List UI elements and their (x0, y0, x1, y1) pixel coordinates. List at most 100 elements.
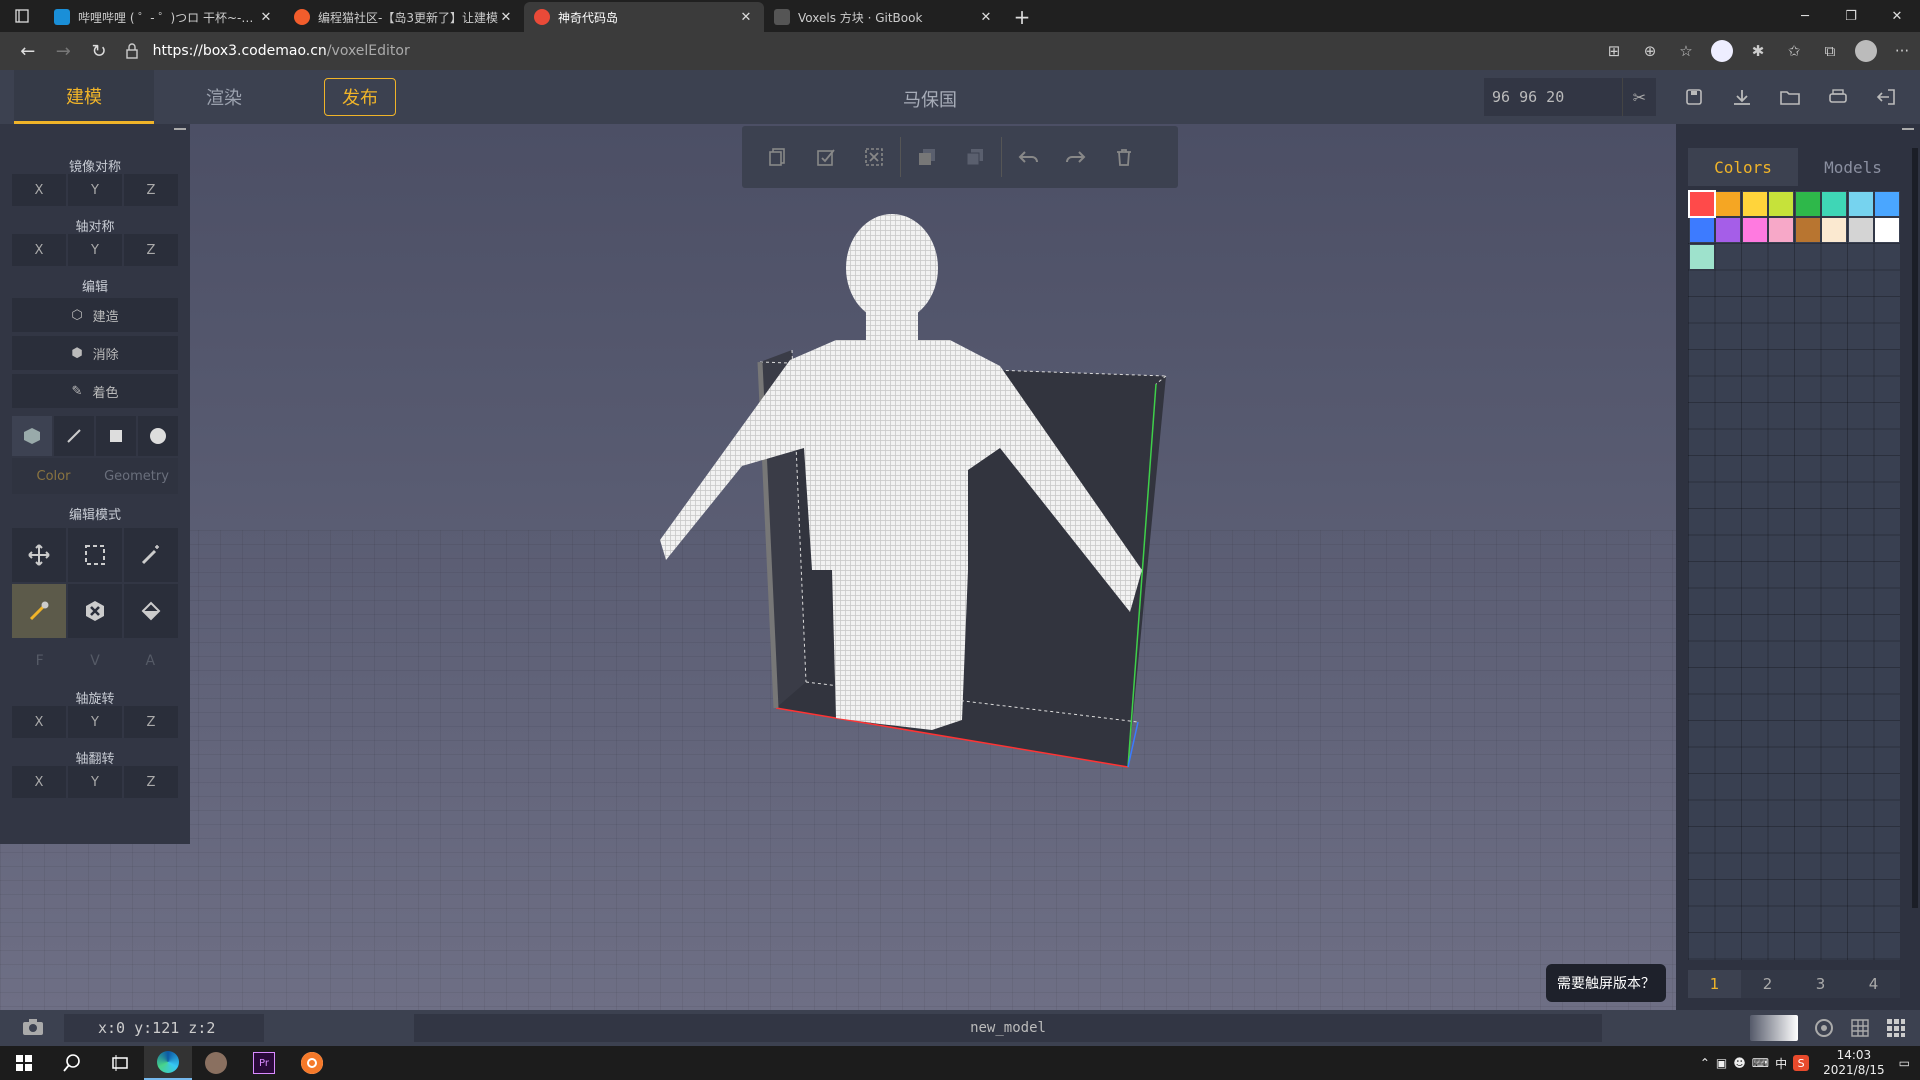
favorite-icon[interactable]: ☆ (1668, 36, 1704, 66)
square-brush-icon[interactable] (96, 416, 136, 456)
search-icon[interactable] (48, 1046, 96, 1080)
color-swatch[interactable] (1689, 244, 1714, 269)
tray-network-icon[interactable]: ▣ (1716, 1056, 1727, 1070)
face-toggle[interactable]: F (12, 644, 67, 678)
model-name-field[interactable]: new_model (414, 1014, 1602, 1042)
color-swatch[interactable] (1742, 218, 1767, 242)
color-swatch[interactable] (1822, 191, 1846, 216)
palette-page-button[interactable]: 2 (1741, 970, 1794, 998)
color-swatch[interactable] (1795, 218, 1820, 242)
new-tab-button[interactable]: + (1004, 2, 1040, 32)
color-swatch[interactable] (1716, 191, 1740, 216)
download-icon[interactable] (1718, 78, 1766, 116)
rotate-y-button[interactable]: Y (68, 706, 122, 738)
save-icon[interactable] (1670, 78, 1718, 116)
light-gradient-slider[interactable] (1750, 1015, 1798, 1041)
symmetry-y-button[interactable]: Y (68, 234, 122, 266)
close-icon[interactable]: ✕ (978, 10, 994, 25)
deselect-icon[interactable] (850, 137, 898, 177)
tile-grid-icon[interactable] (1878, 1014, 1914, 1042)
favorites-icon[interactable]: ✩ (1776, 36, 1812, 66)
collections-icon[interactable]: ⧉ (1812, 36, 1848, 66)
color-swatch[interactable] (1822, 218, 1846, 242)
eyedropper-icon[interactable] (12, 584, 66, 638)
profile-icon[interactable] (1848, 36, 1884, 66)
task-view-icon[interactable] (96, 1046, 144, 1080)
tray-expand-icon[interactable]: ⌃ (1700, 1056, 1710, 1070)
color-swatch[interactable] (1716, 218, 1740, 242)
mirror-x-button[interactable]: X (12, 174, 66, 206)
redo-icon[interactable] (1052, 137, 1100, 177)
voxel-toggle[interactable]: V (67, 644, 122, 678)
select-all-icon[interactable] (802, 137, 850, 177)
resize-icon[interactable]: ✂ (1622, 78, 1656, 116)
ungroup-icon[interactable] (951, 137, 999, 177)
grid-icon[interactable] (1842, 1014, 1878, 1042)
group-icon[interactable] (903, 137, 951, 177)
tab-models[interactable]: Models (1798, 148, 1908, 186)
line-brush-icon[interactable] (54, 416, 94, 456)
browser-tab-bilibili[interactable]: 哔哩哔哩 ( ゜- ゜)つロ 干杯~-bilibili ✕ (44, 2, 284, 32)
touch-version-tip[interactable]: 需要触屏版本？ (1546, 964, 1666, 1002)
extension-blue-icon[interactable] (1704, 36, 1740, 66)
circle-brush-icon[interactable] (138, 416, 178, 456)
tray-app-icon[interactable]: ☻ (1733, 1056, 1746, 1070)
tab-colors[interactable]: Colors (1688, 148, 1798, 186)
clock[interactable]: 14:03 2021/8/15 (1823, 1048, 1885, 1078)
target-icon[interactable] (1806, 1014, 1842, 1042)
back-icon[interactable]: ← (10, 36, 46, 66)
fill-bucket-icon[interactable] (124, 584, 178, 638)
keyboard-icon[interactable]: ⌨ (1752, 1056, 1769, 1070)
refresh-icon[interactable]: ↻ (81, 36, 117, 66)
close-icon[interactable]: ✕ (498, 10, 514, 25)
symmetry-z-button[interactable]: Z (124, 234, 178, 266)
color-swatch[interactable] (1742, 191, 1767, 216)
flip-z-button[interactable]: Z (124, 766, 178, 798)
color-swatch[interactable] (1687, 189, 1716, 218)
magic-wand-icon[interactable] (124, 528, 178, 582)
close-icon[interactable]: ✕ (258, 10, 274, 25)
color-swatch[interactable] (1848, 191, 1873, 216)
open-folder-icon[interactable] (1766, 78, 1814, 116)
select-area-icon[interactable] (68, 528, 122, 582)
restore-icon[interactable]: ❐ (1828, 0, 1874, 32)
premiere-pro-icon[interactable]: Pr (240, 1046, 288, 1080)
mirror-z-button[interactable]: Z (124, 174, 178, 206)
voxel-brush-icon[interactable] (12, 416, 52, 456)
minimize-icon[interactable]: ─ (1782, 0, 1828, 32)
palette-page-button[interactable]: 4 (1847, 970, 1900, 998)
color-swatch[interactable] (1689, 218, 1714, 242)
palette-scrollbar[interactable] (1912, 148, 1918, 908)
camera-icon[interactable] (22, 1018, 44, 1040)
tab-actions-icon[interactable] (0, 0, 44, 32)
browser-tab-gitbook[interactable]: Voxels 方块 · GitBook ✕ (764, 2, 1004, 32)
collapse-panel-icon[interactable] (1902, 128, 1914, 130)
collapse-panel-icon[interactable] (174, 128, 186, 130)
color-swatch[interactable] (1795, 191, 1820, 216)
app-avatar-icon[interactable] (192, 1046, 240, 1080)
edge-browser-icon[interactable] (144, 1046, 192, 1080)
geometry-mode-button[interactable]: Geometry (95, 458, 178, 494)
browser-tab-codemao-community[interactable]: 编程猫社区-【岛3更新了】让建模 ✕ (284, 2, 524, 32)
print-icon[interactable] (1814, 78, 1862, 116)
rotate-z-button[interactable]: Z (124, 706, 178, 738)
color-swatch[interactable] (1875, 218, 1899, 242)
trash-icon[interactable] (1100, 137, 1148, 177)
color-swatch[interactable] (1769, 191, 1793, 216)
exit-icon[interactable] (1862, 78, 1910, 116)
url-field[interactable]: https://box3.codemao.cn/voxelEditor (125, 36, 1596, 66)
color-swatch[interactable] (1848, 218, 1873, 242)
undo-icon[interactable] (1004, 137, 1052, 177)
tab-rendering[interactable]: 渲染 (154, 70, 294, 124)
color-swatch[interactable] (1769, 218, 1793, 242)
close-icon[interactable]: ✕ (738, 10, 754, 25)
close-window-icon[interactable]: ✕ (1874, 0, 1920, 32)
build-button[interactable]: ⬡ 建造 (12, 298, 178, 332)
dimensions-input[interactable]: 96 96 20 (1484, 78, 1626, 116)
palette-page-button[interactable]: 3 (1794, 970, 1847, 998)
ime-indicator[interactable]: 中 (1775, 1055, 1787, 1072)
rotate-x-button[interactable]: X (12, 706, 66, 738)
flip-y-button[interactable]: Y (68, 766, 122, 798)
mirror-y-button[interactable]: Y (68, 174, 122, 206)
all-toggle[interactable]: A (123, 644, 178, 678)
